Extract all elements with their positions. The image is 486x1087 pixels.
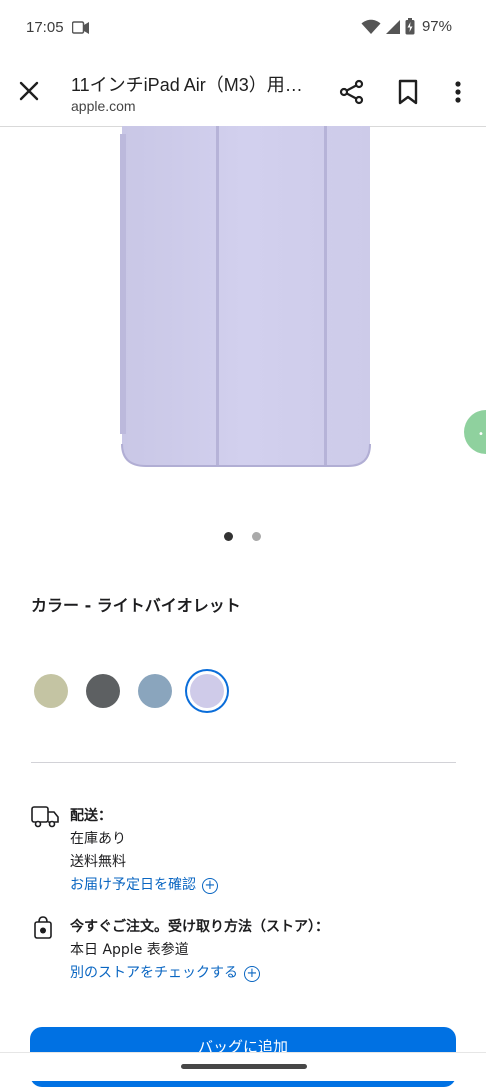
- delivery-shipping: 送料無料: [70, 854, 126, 870]
- dots-icon: ••: [478, 429, 486, 440]
- battery-percent: 97%: [421, 18, 452, 35]
- swatch-sage[interactable]: [34, 674, 68, 708]
- home-indicator[interactable]: [181, 1064, 307, 1069]
- pickup-text: 今すぐご注文。受け取り方法（ストア）： 本日 Apple 表参道 別のストアをチ…: [70, 916, 329, 985]
- check-other-store-link[interactable]: 別のストアをチェックする +: [70, 962, 329, 985]
- swatch-light-violet[interactable]: [190, 674, 224, 708]
- bookmark-icon[interactable]: [396, 78, 420, 106]
- battery-icon: [405, 18, 415, 35]
- notification-icon: [72, 21, 89, 34]
- close-icon: [19, 81, 39, 101]
- delivery-heading: 配送：: [70, 808, 112, 824]
- swatch-sky-blue[interactable]: [138, 674, 172, 708]
- status-icons: 97%: [361, 18, 452, 35]
- pickup-store: 本日 Apple 表参道: [70, 942, 189, 958]
- delivery-stock: 在庫あり: [70, 831, 126, 847]
- more-options-icon[interactable]: [448, 78, 468, 106]
- check-delivery-date-label: お届け予定日を確認: [70, 877, 196, 893]
- swatch-dark-gray[interactable]: [86, 674, 120, 708]
- plus-circle-icon: +: [244, 965, 260, 982]
- wifi-icon: [361, 19, 381, 34]
- gallery-pager: [224, 532, 261, 541]
- color-heading: カラー - ライトバイオレット: [31, 596, 241, 615]
- plus-circle-icon: +: [202, 877, 218, 894]
- share-icon[interactable]: [338, 78, 366, 106]
- apple-store-bag-icon: [34, 916, 52, 939]
- custom-tab-toolbar: 11インチiPad Air（M3）用… apple.com: [0, 58, 486, 127]
- pickup-heading: 今すぐご注文。受け取り方法（ストア）：: [70, 919, 329, 935]
- pager-dot-1[interactable]: [224, 532, 233, 541]
- check-other-store-label: 別のストアをチェックする: [70, 965, 238, 981]
- floating-action-button[interactable]: ••: [464, 410, 486, 454]
- close-button[interactable]: [14, 76, 44, 106]
- delivery-text: 配送： 在庫あり 送料無料 お届け予定日を確認 +: [70, 805, 218, 897]
- page-url: apple.com: [71, 98, 136, 114]
- check-delivery-date-link[interactable]: お届け予定日を確認 +: [70, 874, 218, 897]
- divider: [31, 762, 456, 763]
- page-title: 11インチiPad Air（M3）用…: [71, 75, 303, 95]
- product-image[interactable]: [120, 126, 374, 468]
- color-swatches: [34, 674, 234, 710]
- pager-dot-2[interactable]: [252, 532, 261, 541]
- delivery-truck-icon: [31, 806, 59, 828]
- status-bar: 17:05 97%: [0, 0, 486, 58]
- status-time: 17:05: [26, 19, 64, 36]
- signal-icon: [385, 19, 400, 34]
